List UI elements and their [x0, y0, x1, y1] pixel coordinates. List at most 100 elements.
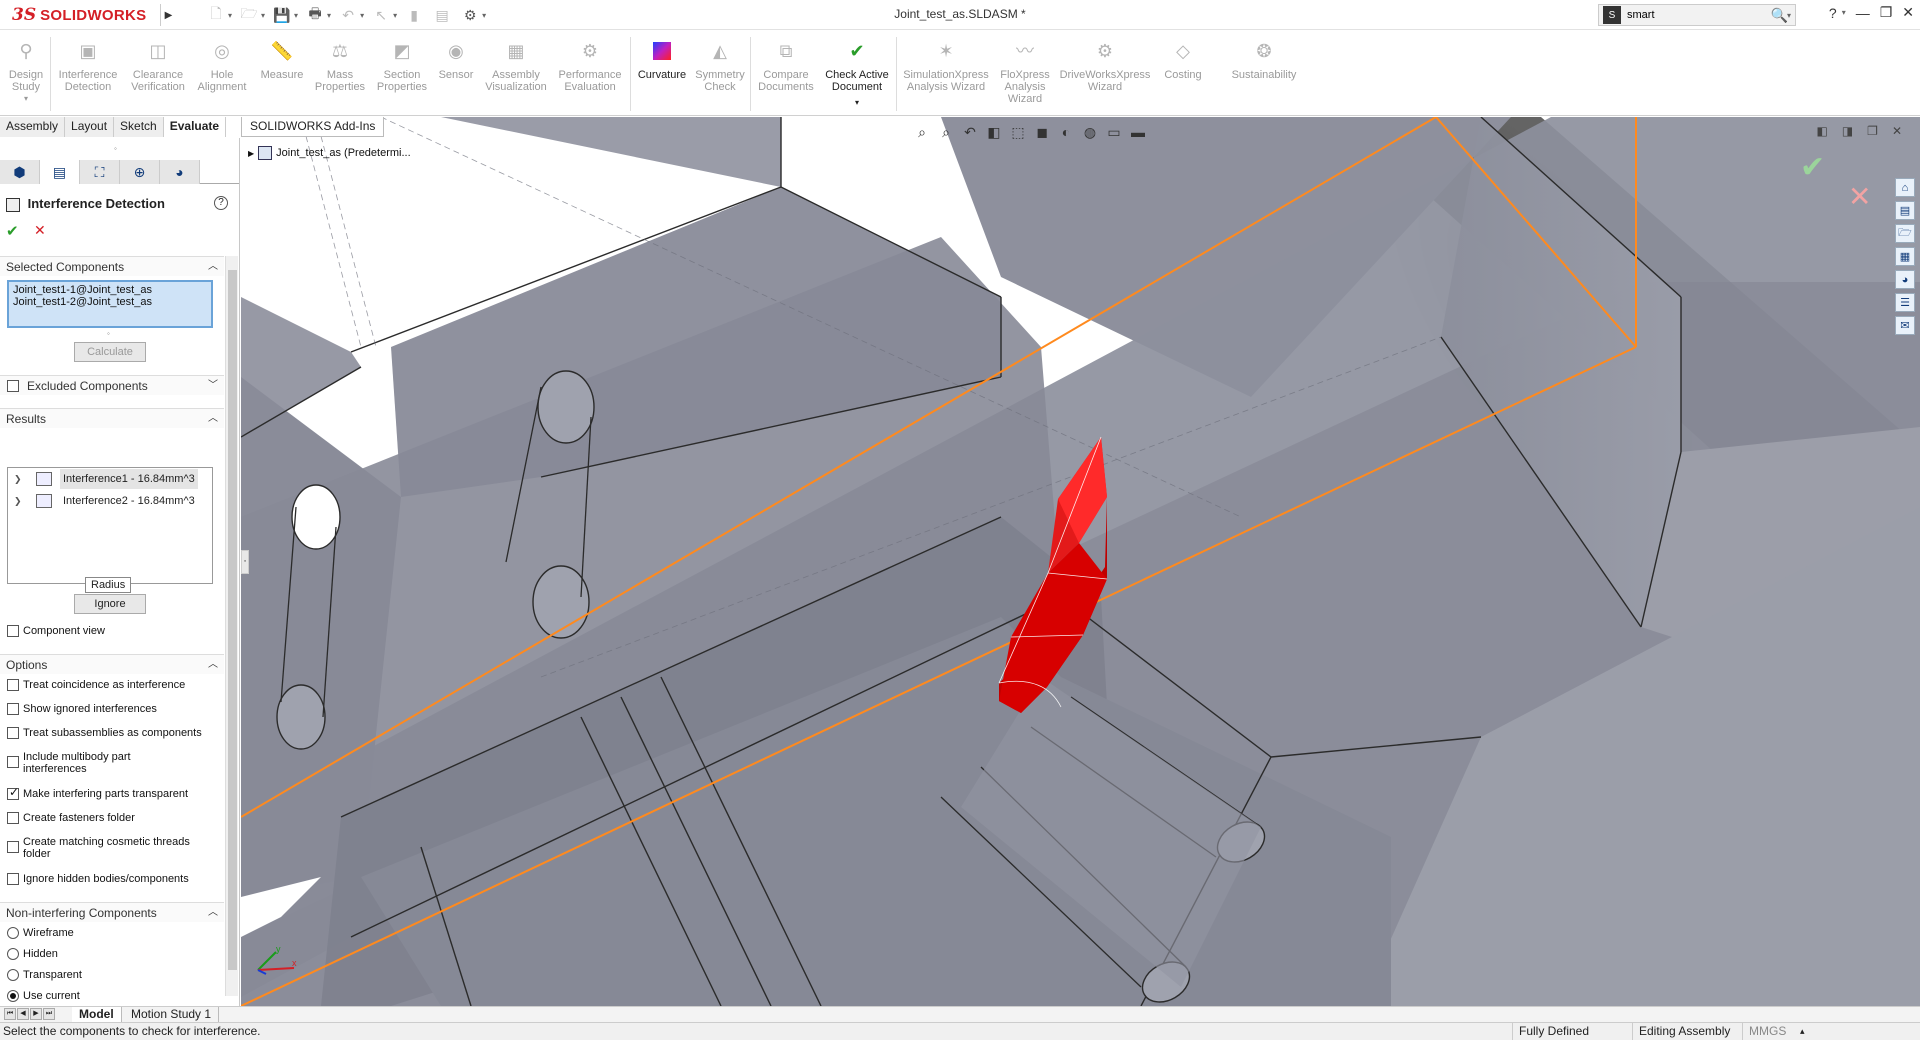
- solidworks-logo[interactable]: 3S SOLIDWORKS: [12, 3, 146, 27]
- sustainability-button[interactable]: ❂ Sustainability: [1214, 35, 1314, 111]
- chevron-down-icon[interactable]: ▾: [1842, 8, 1846, 17]
- ok-button[interactable]: ✔: [6, 222, 19, 240]
- view-orientation-icon[interactable]: ⬚: [1008, 122, 1028, 142]
- panel-scrollbar[interactable]: [225, 256, 238, 996]
- list-item[interactable]: Joint_test1-2@Joint_test_as: [13, 296, 207, 308]
- search-box[interactable]: S 🔍 ▾: [1598, 4, 1796, 26]
- close-icon[interactable]: ✕: [1892, 124, 1902, 138]
- tab-sketch[interactable]: Sketch: [114, 117, 164, 137]
- performance-evaluation-button[interactable]: ⚙ Performance Evaluation: [556, 35, 624, 111]
- zoom-to-area-icon[interactable]: ⌕: [936, 122, 956, 142]
- chevron-down-icon[interactable]: ▾: [228, 11, 232, 20]
- results-list[interactable]: ❯ Interference1 - 16.84mm^3 ❯ Interferen…: [7, 467, 213, 584]
- first-tab-icon[interactable]: ⏮: [4, 1008, 16, 1020]
- prev-tab-icon[interactable]: ◀: [17, 1008, 29, 1020]
- collapse-icon[interactable]: ︿: [208, 903, 218, 923]
- tile-right-icon[interactable]: ◨: [1842, 124, 1853, 138]
- chevron-up-icon[interactable]: ▴: [1800, 1023, 1805, 1040]
- view-palette-icon[interactable]: ▦: [1895, 247, 1915, 266]
- checkbox[interactable]: [7, 786, 19, 800]
- zoom-to-fit-icon[interactable]: ⌕: [912, 122, 932, 142]
- undo-icon[interactable]: ↶: [337, 5, 359, 25]
- expand-arrow-icon[interactable]: ❯: [14, 469, 22, 489]
- collapse-icon[interactable]: ︿: [208, 257, 218, 277]
- search-scope-icon[interactable]: S: [1603, 6, 1621, 24]
- excluded-components-header[interactable]: Excluded Components ﹀: [0, 375, 224, 395]
- help-icon[interactable]: ?: [1829, 5, 1837, 21]
- driveworksxpress-button[interactable]: ⚙ DriveWorksXpress Wizard: [1058, 35, 1152, 111]
- component-view-checkbox[interactable]: [7, 625, 19, 637]
- minimize-icon[interactable]: —: [1856, 5, 1870, 21]
- tab-layout[interactable]: Layout: [65, 117, 115, 137]
- radio-button[interactable]: [7, 948, 19, 960]
- collapse-icon[interactable]: ︿: [208, 409, 218, 429]
- list-item[interactable]: Joint_test1-1@Joint_test_as: [13, 284, 207, 296]
- rebuild-icon[interactable]: ▮: [403, 5, 425, 25]
- checkbox[interactable]: [7, 873, 19, 885]
- symmetry-check-button[interactable]: ◭ Symmetry Check: [692, 35, 748, 111]
- checkbox[interactable]: [7, 841, 19, 853]
- costing-button[interactable]: ◇ Costing: [1156, 35, 1210, 111]
- chevron-down-icon[interactable]: ▾: [294, 11, 298, 20]
- gear-icon[interactable]: ⚙: [459, 5, 481, 25]
- cancel-button[interactable]: ✕: [34, 222, 46, 239]
- chevron-down-icon[interactable]: ▾: [327, 11, 331, 20]
- chevron-down-icon[interactable]: ▾: [1787, 11, 1791, 20]
- search-input[interactable]: [1625, 8, 1755, 22]
- floxpress-button[interactable]: 〰 FloXpress Analysis Wizard: [994, 35, 1056, 111]
- edit-appearance-icon[interactable]: ◍: [1080, 122, 1100, 142]
- previous-view-icon[interactable]: ↶: [960, 122, 980, 142]
- hole-alignment-button[interactable]: ◎ Hole Alignment: [194, 35, 250, 111]
- calculate-button[interactable]: Calculate: [74, 342, 146, 362]
- collapse-icon[interactable]: ︿: [208, 655, 218, 675]
- custom-properties-icon[interactable]: ☰: [1895, 293, 1915, 312]
- selected-components-list[interactable]: Joint_test1-1@Joint_test_as Joint_test1-…: [7, 280, 213, 328]
- feature-manager-tree-icon[interactable]: ⬢: [0, 160, 40, 184]
- selected-components-header[interactable]: Selected Components ︿: [0, 256, 224, 276]
- model-view[interactable]: [241, 117, 1920, 1006]
- interference-detection-button[interactable]: ▣ Interference Detection: [54, 35, 122, 111]
- excluded-components-checkbox[interactable]: [7, 380, 19, 392]
- search-icon[interactable]: 🔍: [1771, 7, 1788, 24]
- measure-button[interactable]: 📏 Measure: [254, 35, 310, 111]
- units-selector[interactable]: MMGS: [1742, 1023, 1786, 1040]
- panel-grip-icon[interactable]: ◦: [114, 144, 117, 153]
- tab-evaluate[interactable]: Evaluate: [163, 117, 227, 137]
- chevron-down-icon[interactable]: ▾: [482, 11, 486, 20]
- checkbox[interactable]: [7, 812, 19, 824]
- options-header[interactable]: Options ︿: [0, 654, 224, 674]
- design-study-button[interactable]: ⚲ Design Study ▾: [4, 35, 48, 111]
- home-icon[interactable]: ⌂: [1895, 178, 1915, 197]
- tile-left-icon[interactable]: ◧: [1816, 124, 1827, 138]
- panel-collapse-handle-icon[interactable]: ◦: [241, 550, 249, 574]
- feature-tree-flyout[interactable]: ▶ Joint_test_as (Predetermi...: [248, 146, 411, 160]
- ignore-button[interactable]: Ignore: [74, 594, 146, 614]
- checkbox[interactable]: [7, 703, 19, 715]
- restore-icon[interactable]: ❐: [1867, 124, 1878, 138]
- tab-motion-study-1[interactable]: Motion Study 1: [124, 1007, 220, 1023]
- section-properties-button[interactable]: ◩ Section Properties: [372, 35, 432, 111]
- checkbox[interactable]: [7, 756, 19, 768]
- file-explorer-icon[interactable]: 🗁: [1895, 224, 1915, 243]
- new-document-icon[interactable]: 🗋: [205, 5, 227, 25]
- radio-button[interactable]: [7, 969, 19, 981]
- simulationxpress-button[interactable]: ✶ SimulationXpress Analysis Wizard: [900, 35, 992, 111]
- file-properties-icon[interactable]: ▤: [431, 5, 453, 25]
- assembly-visualization-button[interactable]: ▦ Assembly Visualization: [480, 35, 552, 111]
- last-tab-icon[interactable]: ⏭: [43, 1008, 55, 1020]
- radio-button[interactable]: [7, 927, 19, 939]
- property-manager-icon[interactable]: ▤: [40, 160, 80, 184]
- results-header[interactable]: Results ︿: [0, 408, 224, 428]
- expand-arrow-icon[interactable]: ❯: [14, 491, 22, 511]
- mass-properties-button[interactable]: ⚖ Mass Properties: [312, 35, 368, 111]
- save-icon[interactable]: 💾: [271, 5, 293, 25]
- help-icon[interactable]: ?: [214, 196, 228, 210]
- tab-solidworks-add-ins[interactable]: SOLIDWORKS Add-Ins: [241, 117, 385, 137]
- chevron-down-icon[interactable]: ▾: [393, 11, 397, 20]
- forum-icon[interactable]: ✉: [1895, 316, 1915, 335]
- compare-documents-button[interactable]: ⧉ Compare Documents: [754, 35, 818, 111]
- restore-icon[interactable]: ❐: [1880, 4, 1893, 21]
- check-active-document-button[interactable]: ✔ Check Active Document ▾: [822, 35, 892, 111]
- display-style-icon[interactable]: ◼: [1032, 122, 1052, 142]
- design-library-icon[interactable]: ▤: [1895, 201, 1915, 220]
